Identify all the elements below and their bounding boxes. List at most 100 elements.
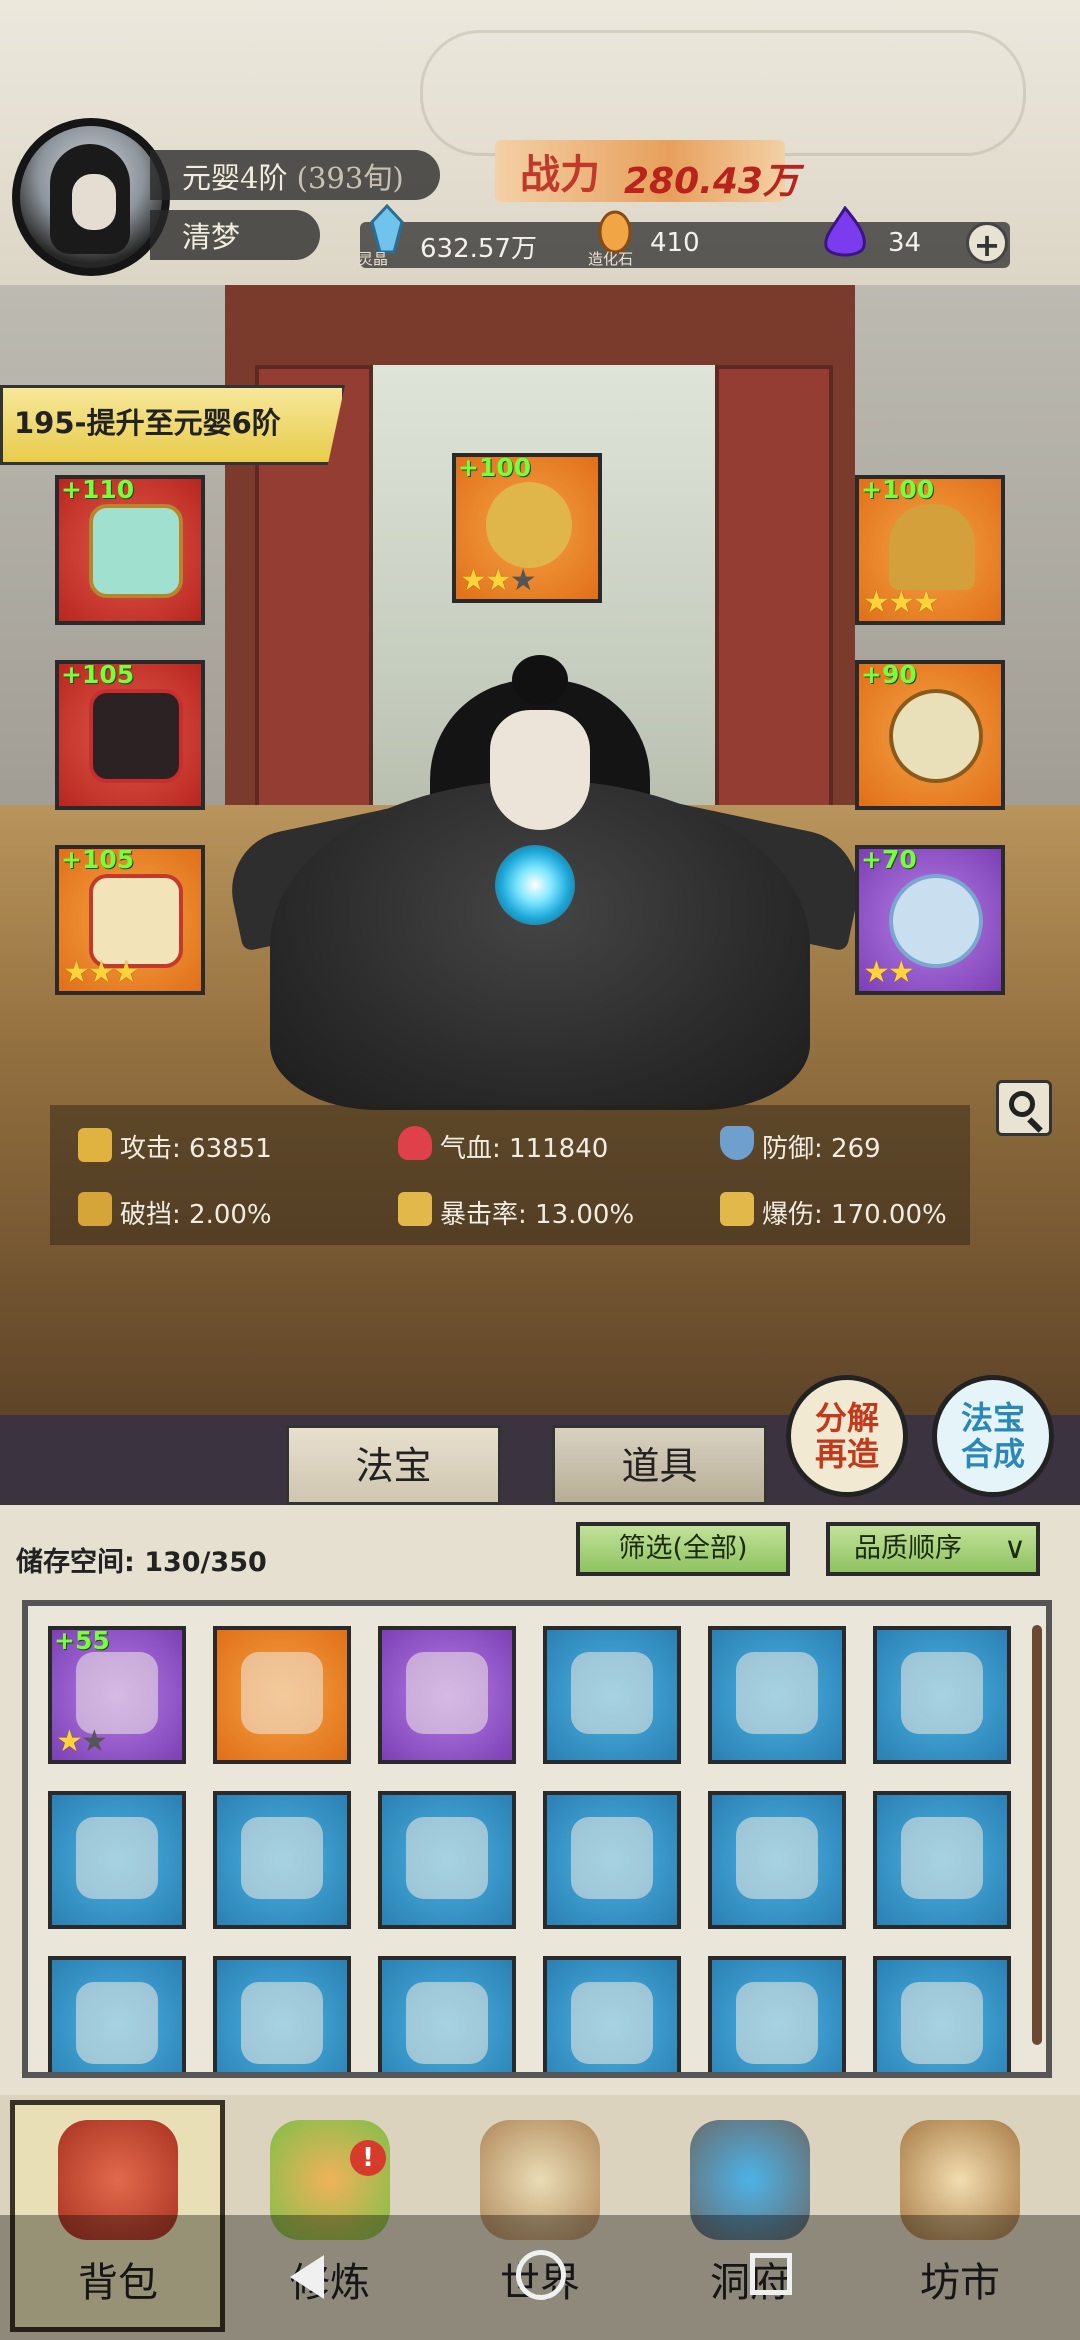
inventory-item[interactable]: +55 ★★ — [48, 1626, 186, 1764]
purple-flame-icon — [820, 205, 866, 258]
inventory-item[interactable] — [378, 1626, 516, 1764]
chestplate-icon — [736, 1982, 818, 2064]
creation-stone-value: 410 — [650, 228, 700, 258]
bracelet-icon — [889, 874, 983, 968]
equip-stars: ★★★ — [63, 955, 140, 990]
inventory-item[interactable] — [48, 1956, 186, 2072]
home-icon[interactable] — [516, 2250, 566, 2300]
add-resource-button[interactable]: + — [966, 222, 1008, 264]
dagger-icon — [571, 1652, 653, 1734]
stat-crit-damage-value: 170.00% — [831, 1200, 947, 1230]
chevron-down-icon: ∨ — [1004, 1531, 1026, 1566]
heart-icon — [398, 1126, 432, 1160]
player-name: 清梦 — [182, 220, 241, 254]
magnifier-icon — [1009, 1091, 1035, 1117]
equip-plus: +70 — [861, 845, 917, 874]
sword-icon — [901, 1652, 983, 1734]
header-decoration — [420, 30, 1026, 156]
magnifier-handle — [1027, 1117, 1043, 1133]
synthesize-button[interactable]: 法宝合成 — [932, 1375, 1054, 1497]
stat-crit-rate-value: 13.00% — [535, 1200, 635, 1230]
realm-label: 元婴4阶 — [182, 161, 288, 195]
equip-plus: +105 — [61, 845, 135, 874]
stat-break-value: 2.00% — [189, 1200, 272, 1230]
tab-artifacts[interactable]: 法宝 — [286, 1425, 501, 1505]
crown-icon — [889, 504, 975, 590]
tab-bar — [0, 1415, 1080, 1505]
helmet-icon — [901, 1982, 983, 2064]
stat-attack-label: 攻击: — [120, 1134, 181, 1164]
stat-hp-value: 111840 — [509, 1134, 609, 1164]
inventory-item[interactable] — [213, 1956, 351, 2072]
equip-stars: ★★★ — [863, 585, 940, 620]
inventory-item[interactable] — [708, 1626, 846, 1764]
armor-icon — [241, 1982, 323, 2064]
equip-slot-dragon[interactable]: +100 ★★★ — [452, 453, 602, 603]
inventory-item[interactable] — [873, 1626, 1011, 1764]
recent-apps-icon[interactable] — [750, 2253, 792, 2295]
inventory-item[interactable] — [378, 1791, 516, 1929]
fan-icon — [571, 1817, 653, 1899]
spirit-orb — [495, 845, 575, 925]
equip-slot-pendant[interactable]: +90 — [855, 660, 1005, 810]
avatar-face — [72, 174, 116, 230]
stat-crit-damage: 爆伤: 170.00% — [762, 1194, 947, 1231]
tab-items[interactable]: 道具 — [552, 1425, 767, 1505]
item-stars: ★★ — [56, 1724, 108, 1759]
equip-slot-crown[interactable]: +100 ★★★ — [855, 475, 1005, 625]
equip-plus: +100 — [458, 453, 532, 482]
quest-text: 195-提升至元婴6阶 — [14, 406, 281, 440]
equip-slot-fan[interactable]: +110 — [55, 475, 205, 625]
character-face — [490, 710, 590, 830]
pendant-icon — [889, 689, 983, 783]
purple-flame-value: 34 — [888, 228, 922, 258]
robe-icon — [89, 689, 183, 783]
inventory-grid: +55 ★★ — [22, 1600, 1052, 2078]
fan-icon — [89, 504, 183, 598]
spirit-crystal-caption: 灵晶 — [358, 250, 389, 268]
crown-icon — [901, 1817, 983, 1899]
item-plus: +55 — [54, 1626, 110, 1655]
inspect-button[interactable] — [996, 1080, 1052, 1136]
inventory-item[interactable] — [873, 1791, 1011, 1929]
equip-plus: +105 — [61, 660, 135, 689]
crit-damage-icon — [720, 1192, 754, 1226]
decompose-button[interactable]: 分解再造 — [786, 1375, 908, 1497]
cultivate-alert-badge: ! — [350, 2140, 386, 2176]
inventory-item[interactable] — [543, 1791, 681, 1929]
equip-slot-boots[interactable]: +105 ★★★ — [55, 845, 205, 995]
back-icon[interactable] — [290, 2255, 324, 2299]
inventory-item[interactable] — [708, 1956, 846, 2072]
sword-icon — [78, 1128, 112, 1162]
inventory-item[interactable] — [708, 1791, 846, 1929]
equip-slot-bracelet[interactable]: +70 ★★ — [855, 845, 1005, 995]
stat-defense: 防御: 269 — [762, 1128, 881, 1165]
creation-stone-caption: 造化石 — [588, 250, 634, 268]
fan-icon — [736, 1817, 818, 1899]
combat-power-label: 战力 — [520, 151, 600, 198]
stat-hp-label: 气血: — [440, 1134, 501, 1164]
inventory-item[interactable] — [48, 1791, 186, 1929]
staff-icon — [406, 1817, 488, 1899]
inventory-item[interactable] — [378, 1956, 516, 2072]
sort-dropdown[interactable]: 品质顺序 ∨ — [826, 1522, 1040, 1576]
ring-icon — [76, 1652, 158, 1734]
right-door — [715, 365, 833, 853]
realm-years: (393旬) — [296, 161, 404, 195]
player-avatar[interactable] — [12, 118, 170, 276]
armor-icon — [76, 1982, 158, 2064]
inventory-item[interactable] — [213, 1791, 351, 1929]
spirit-crystal-value: 632.57万 — [420, 234, 537, 264]
inventory-item[interactable] — [543, 1626, 681, 1764]
filter-button[interactable]: 筛选(全部) — [576, 1522, 790, 1576]
inventory-item[interactable] — [543, 1956, 681, 2072]
amulet-icon — [241, 1652, 323, 1734]
equip-slot-robe[interactable]: +105 — [55, 660, 205, 810]
mask-icon — [406, 1982, 488, 2064]
inventory-scrollbar[interactable] — [1032, 1625, 1042, 2045]
equip-plus: +90 — [861, 660, 917, 689]
dragon-icon — [486, 482, 572, 568]
inventory-item[interactable] — [213, 1626, 351, 1764]
inventory-item[interactable] — [873, 1956, 1011, 2072]
ring-icon — [406, 1652, 488, 1734]
